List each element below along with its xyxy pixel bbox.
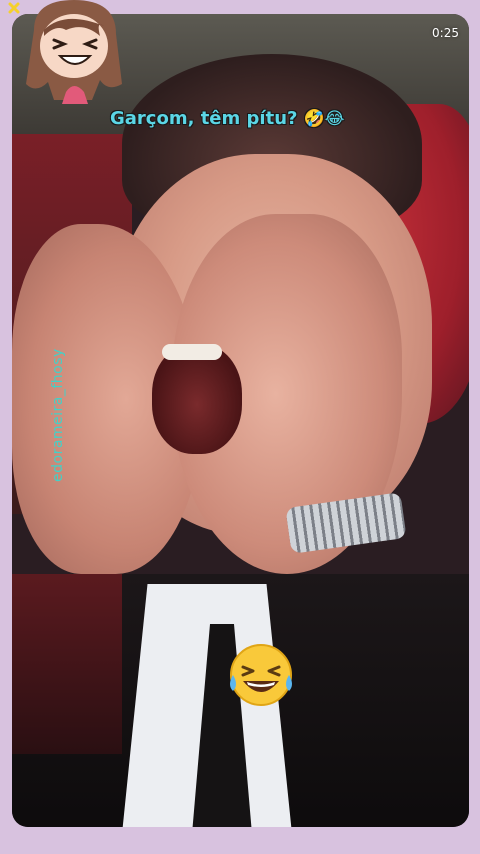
anime-girl-sticker-icon xyxy=(4,0,144,104)
video-caption: Garçom, têm pítu? 🤣😂 xyxy=(110,108,344,129)
video-player[interactable]: 0:25 Garçom, têm pítu? 🤣😂 edorameira_fhos… xyxy=(12,14,469,827)
caption-text: Garçom, têm pítu? xyxy=(110,108,298,129)
watermark-text: edorameira_fhosy xyxy=(50,348,66,482)
caption-emojis: 🤣😂 xyxy=(303,109,345,129)
tears-of-joy-emoji-icon xyxy=(225,639,297,711)
video-timestamp: 0:25 xyxy=(432,26,459,40)
